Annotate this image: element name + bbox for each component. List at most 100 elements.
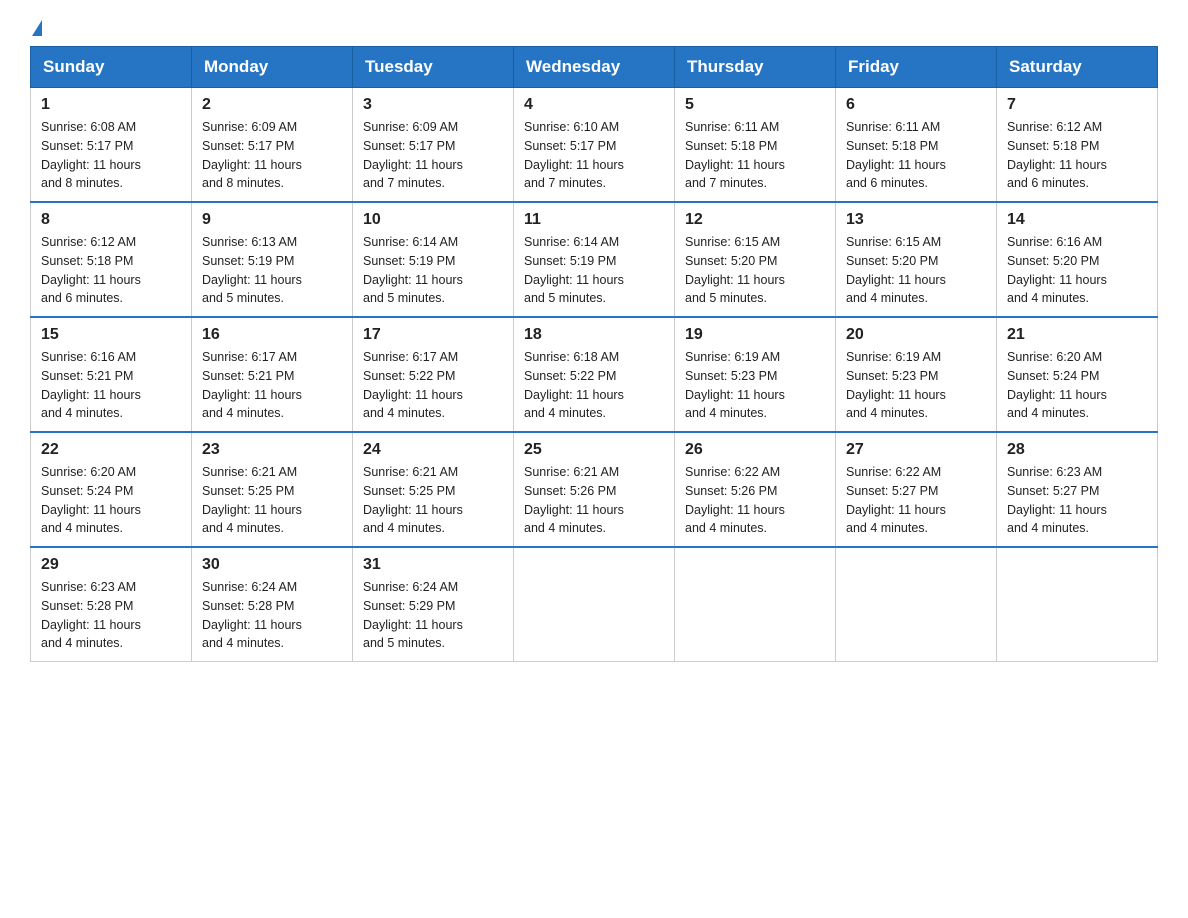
day-info: Sunrise: 6:19 AMSunset: 5:23 PMDaylight:… (685, 348, 825, 423)
calendar-cell: 11 Sunrise: 6:14 AMSunset: 5:19 PMDayligh… (514, 202, 675, 317)
logo (30, 20, 42, 36)
day-number: 2 (202, 96, 342, 114)
day-number: 21 (1007, 326, 1147, 344)
calendar-cell: 15 Sunrise: 6:16 AMSunset: 5:21 PMDayligh… (31, 317, 192, 432)
calendar-cell: 18 Sunrise: 6:18 AMSunset: 5:22 PMDayligh… (514, 317, 675, 432)
weekday-header-sunday: Sunday (31, 47, 192, 88)
weekday-header-saturday: Saturday (997, 47, 1158, 88)
day-info: Sunrise: 6:20 AMSunset: 5:24 PMDaylight:… (1007, 348, 1147, 423)
day-number: 3 (363, 96, 503, 114)
day-info: Sunrise: 6:23 AMSunset: 5:27 PMDaylight:… (1007, 463, 1147, 538)
day-info: Sunrise: 6:11 AMSunset: 5:18 PMDaylight:… (685, 118, 825, 193)
weekday-header-friday: Friday (836, 47, 997, 88)
day-number: 25 (524, 441, 664, 459)
calendar-cell: 5 Sunrise: 6:11 AMSunset: 5:18 PMDaylight… (675, 88, 836, 203)
calendar-cell: 9 Sunrise: 6:13 AMSunset: 5:19 PMDaylight… (192, 202, 353, 317)
day-info: Sunrise: 6:13 AMSunset: 5:19 PMDaylight:… (202, 233, 342, 308)
day-info: Sunrise: 6:21 AMSunset: 5:25 PMDaylight:… (363, 463, 503, 538)
calendar-cell: 2 Sunrise: 6:09 AMSunset: 5:17 PMDaylight… (192, 88, 353, 203)
day-number: 12 (685, 211, 825, 229)
calendar-cell (675, 547, 836, 662)
day-info: Sunrise: 6:15 AMSunset: 5:20 PMDaylight:… (846, 233, 986, 308)
calendar-cell: 16 Sunrise: 6:17 AMSunset: 5:21 PMDayligh… (192, 317, 353, 432)
day-number: 17 (363, 326, 503, 344)
day-number: 28 (1007, 441, 1147, 459)
day-info: Sunrise: 6:09 AMSunset: 5:17 PMDaylight:… (202, 118, 342, 193)
day-info: Sunrise: 6:24 AMSunset: 5:28 PMDaylight:… (202, 578, 342, 653)
calendar-week-row: 29Sunrise: 6:23 AMSunset: 5:28 PMDayligh… (31, 547, 1158, 662)
weekday-header-wednesday: Wednesday (514, 47, 675, 88)
calendar-cell (836, 547, 997, 662)
day-number: 18 (524, 326, 664, 344)
day-info: Sunrise: 6:22 AMSunset: 5:27 PMDaylight:… (846, 463, 986, 538)
calendar-cell: 23 Sunrise: 6:21 AMSunset: 5:25 PMDayligh… (192, 432, 353, 547)
calendar-cell: 21 Sunrise: 6:20 AMSunset: 5:24 PMDayligh… (997, 317, 1158, 432)
day-number: 20 (846, 326, 986, 344)
calendar-cell: 28 Sunrise: 6:23 AMSunset: 5:27 PMDayligh… (997, 432, 1158, 547)
day-info: Sunrise: 6:09 AMSunset: 5:17 PMDaylight:… (363, 118, 503, 193)
day-number: 10 (363, 211, 503, 229)
day-info: Sunrise: 6:10 AMSunset: 5:17 PMDaylight:… (524, 118, 664, 193)
day-info: Sunrise: 6:20 AMSunset: 5:24 PMDaylight:… (41, 463, 181, 538)
day-number: 9 (202, 211, 342, 229)
day-number: 23 (202, 441, 342, 459)
calendar-cell: 20 Sunrise: 6:19 AMSunset: 5:23 PMDayligh… (836, 317, 997, 432)
day-number: 13 (846, 211, 986, 229)
day-info: Sunrise: 6:08 AMSunset: 5:17 PMDaylight:… (41, 118, 181, 193)
day-info: Sunrise: 6:24 AMSunset: 5:29 PMDaylight:… (363, 578, 503, 653)
calendar-cell: 27Sunrise: 6:22 AMSunset: 5:27 PMDayligh… (836, 432, 997, 547)
day-number: 1 (41, 96, 181, 114)
day-info: Sunrise: 6:12 AMSunset: 5:18 PMDaylight:… (1007, 118, 1147, 193)
calendar-cell: 12 Sunrise: 6:15 AMSunset: 5:20 PMDayligh… (675, 202, 836, 317)
calendar-table: SundayMondayTuesdayWednesdayThursdayFrid… (30, 46, 1158, 662)
day-info: Sunrise: 6:19 AMSunset: 5:23 PMDaylight:… (846, 348, 986, 423)
day-info: Sunrise: 6:22 AMSunset: 5:26 PMDaylight:… (685, 463, 825, 538)
day-info: Sunrise: 6:14 AMSunset: 5:19 PMDaylight:… (363, 233, 503, 308)
calendar-week-row: 8 Sunrise: 6:12 AMSunset: 5:18 PMDaylight… (31, 202, 1158, 317)
day-info: Sunrise: 6:12 AMSunset: 5:18 PMDaylight:… (41, 233, 181, 308)
calendar-cell: 31Sunrise: 6:24 AMSunset: 5:29 PMDayligh… (353, 547, 514, 662)
day-number: 19 (685, 326, 825, 344)
calendar-cell: 17 Sunrise: 6:17 AMSunset: 5:22 PMDayligh… (353, 317, 514, 432)
calendar-week-row: 22 Sunrise: 6:20 AMSunset: 5:24 PMDayligh… (31, 432, 1158, 547)
calendar-body: 1 Sunrise: 6:08 AMSunset: 5:17 PMDaylight… (31, 88, 1158, 662)
day-info: Sunrise: 6:15 AMSunset: 5:20 PMDaylight:… (685, 233, 825, 308)
day-number: 22 (41, 441, 181, 459)
day-info: Sunrise: 6:17 AMSunset: 5:22 PMDaylight:… (363, 348, 503, 423)
weekday-header-tuesday: Tuesday (353, 47, 514, 88)
calendar-cell: 4Sunrise: 6:10 AMSunset: 5:17 PMDaylight… (514, 88, 675, 203)
calendar-cell (514, 547, 675, 662)
calendar-cell: 1 Sunrise: 6:08 AMSunset: 5:17 PMDaylight… (31, 88, 192, 203)
logo-triangle-icon (32, 20, 42, 36)
day-info: Sunrise: 6:17 AMSunset: 5:21 PMDaylight:… (202, 348, 342, 423)
calendar-cell: 10 Sunrise: 6:14 AMSunset: 5:19 PMDayligh… (353, 202, 514, 317)
day-info: Sunrise: 6:14 AMSunset: 5:19 PMDaylight:… (524, 233, 664, 308)
calendar-cell: 6Sunrise: 6:11 AMSunset: 5:18 PMDaylight… (836, 88, 997, 203)
day-info: Sunrise: 6:18 AMSunset: 5:22 PMDaylight:… (524, 348, 664, 423)
page-header (30, 20, 1158, 36)
day-info: Sunrise: 6:21 AMSunset: 5:25 PMDaylight:… (202, 463, 342, 538)
calendar-cell: 29Sunrise: 6:23 AMSunset: 5:28 PMDayligh… (31, 547, 192, 662)
day-number: 11 (524, 211, 664, 229)
calendar-cell: 3 Sunrise: 6:09 AMSunset: 5:17 PMDaylight… (353, 88, 514, 203)
day-info: Sunrise: 6:21 AMSunset: 5:26 PMDaylight:… (524, 463, 664, 538)
day-number: 29 (41, 556, 181, 574)
day-number: 16 (202, 326, 342, 344)
weekday-header-monday: Monday (192, 47, 353, 88)
calendar-cell: 14Sunrise: 6:16 AMSunset: 5:20 PMDayligh… (997, 202, 1158, 317)
day-info: Sunrise: 6:16 AMSunset: 5:20 PMDaylight:… (1007, 233, 1147, 308)
day-number: 5 (685, 96, 825, 114)
calendar-cell: 24 Sunrise: 6:21 AMSunset: 5:25 PMDayligh… (353, 432, 514, 547)
calendar-week-row: 15 Sunrise: 6:16 AMSunset: 5:21 PMDayligh… (31, 317, 1158, 432)
calendar-cell: 26Sunrise: 6:22 AMSunset: 5:26 PMDayligh… (675, 432, 836, 547)
day-number: 15 (41, 326, 181, 344)
day-number: 8 (41, 211, 181, 229)
calendar-cell: 30 Sunrise: 6:24 AMSunset: 5:28 PMDayligh… (192, 547, 353, 662)
calendar-cell: 8 Sunrise: 6:12 AMSunset: 5:18 PMDaylight… (31, 202, 192, 317)
day-number: 30 (202, 556, 342, 574)
day-info: Sunrise: 6:16 AMSunset: 5:21 PMDaylight:… (41, 348, 181, 423)
day-number: 24 (363, 441, 503, 459)
calendar-week-row: 1 Sunrise: 6:08 AMSunset: 5:17 PMDaylight… (31, 88, 1158, 203)
calendar-cell: 13 Sunrise: 6:15 AMSunset: 5:20 PMDayligh… (836, 202, 997, 317)
calendar-cell (997, 547, 1158, 662)
